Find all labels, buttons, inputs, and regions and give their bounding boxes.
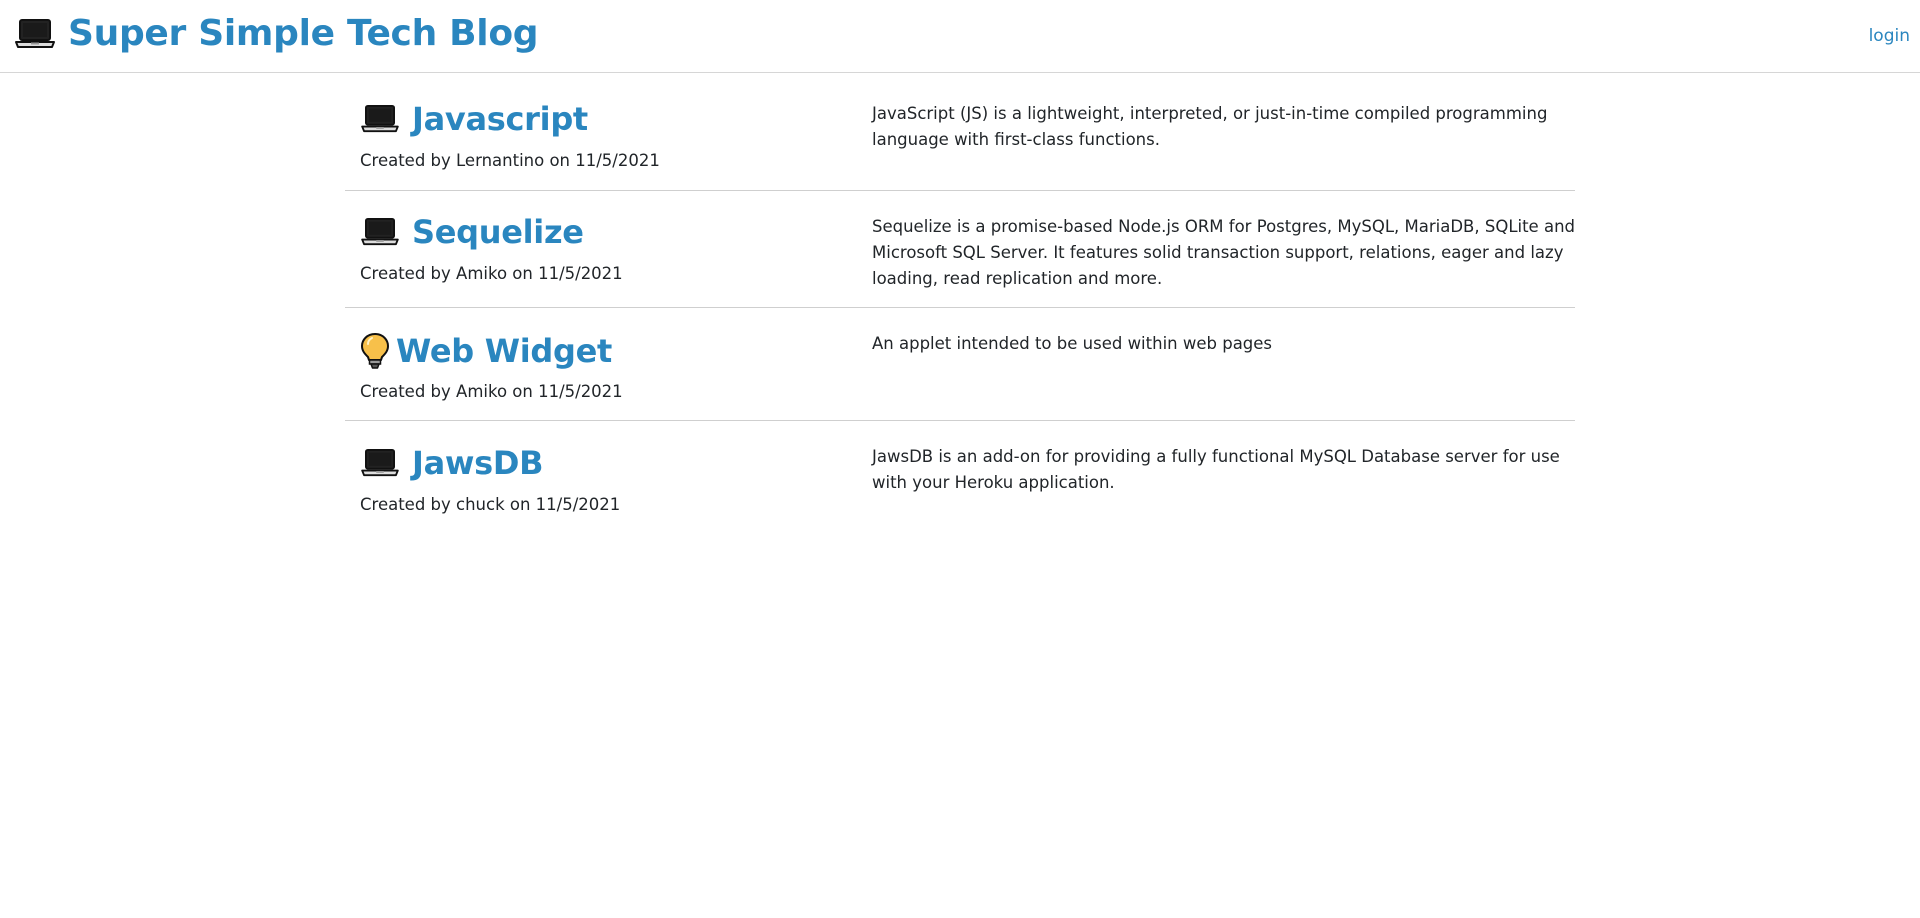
post-meta: Created by Amiko on 11/5/2021 <box>360 382 623 401</box>
post-meta: Created by Lernantino on 11/5/2021 <box>360 151 660 170</box>
laptop-icon <box>14 18 56 50</box>
post-title-link[interactable]: Sequelize <box>360 212 584 252</box>
site-header: Super Simple Tech Blog login <box>0 0 1920 73</box>
post-title: Javascript <box>412 100 588 138</box>
post-meta: Created by Amiko on 11/5/2021 <box>360 264 623 283</box>
post-title-link[interactable]: JawsDB <box>360 443 544 483</box>
post-item: JawsDB Created by chuck on 11/5/2021 Jaw… <box>345 421 1575 531</box>
site-title: Super Simple Tech Blog <box>68 13 539 54</box>
post-item: Javascript Created by Lernantino on 11/5… <box>345 74 1575 191</box>
post-item: Web Widget Created by Amiko on 11/5/2021… <box>345 308 1575 421</box>
post-meta: Created by chuck on 11/5/2021 <box>360 495 621 514</box>
laptop-icon <box>360 104 400 134</box>
post-description: JavaScript (JS) is a lightweight, interp… <box>872 104 1548 149</box>
login-link[interactable]: login <box>1869 26 1910 46</box>
laptop-icon <box>360 217 400 247</box>
lightbulb-icon <box>360 332 390 370</box>
post-title: Web Widget <box>396 332 612 370</box>
post-description: Sequelize is a promise-based Node.js ORM… <box>872 217 1575 288</box>
post-description: An applet intended to be used within web… <box>872 334 1273 353</box>
post-title: Sequelize <box>412 213 584 251</box>
post-title-link[interactable]: Javascript <box>360 99 588 139</box>
post-description: JawsDB is an add-on for providing a full… <box>872 447 1560 492</box>
post-title: JawsDB <box>412 444 544 482</box>
laptop-icon <box>360 448 400 478</box>
post-list: Javascript Created by Lernantino on 11/5… <box>345 74 1575 531</box>
post-title-link[interactable]: Web Widget <box>360 331 612 371</box>
post-item: Sequelize Created by Amiko on 11/5/2021 … <box>345 191 1575 308</box>
brand-link[interactable]: Super Simple Tech Blog <box>14 10 539 58</box>
